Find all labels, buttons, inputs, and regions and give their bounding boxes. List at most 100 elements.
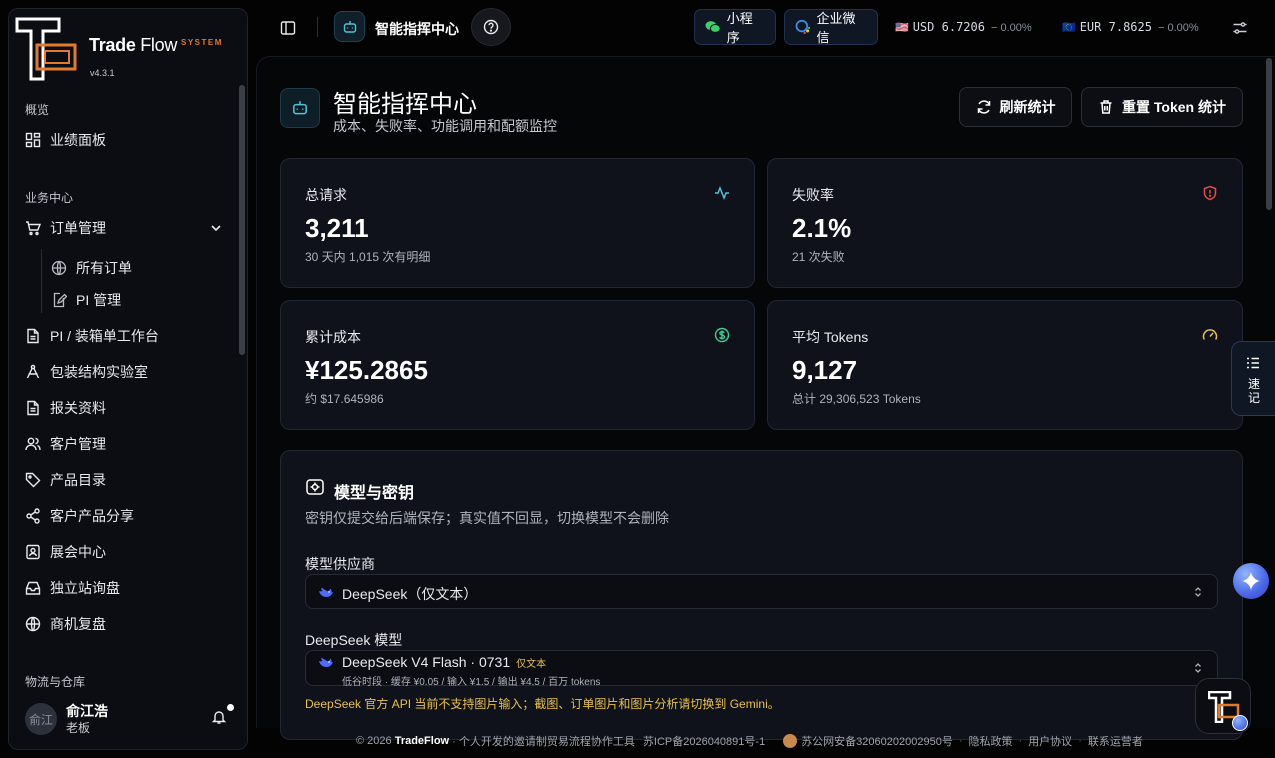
badge-icon bbox=[26, 544, 40, 560]
wecom-label: 企业微信 bbox=[816, 11, 856, 45]
activity-icon bbox=[715, 185, 729, 201]
sidebar-item-orders[interactable]: 订单管理 bbox=[17, 212, 233, 244]
settings-sliders-icon[interactable] bbox=[1232, 20, 1248, 36]
tag-icon bbox=[25, 472, 41, 488]
fx-rate-usd: 🇺🇸 USD 6.7206 − 0.00% bbox=[895, 20, 1032, 34]
sidebar-scrollbar[interactable] bbox=[239, 85, 245, 355]
provider-value: DeepSeek（仅文本） bbox=[342, 586, 478, 602]
footer: © 2026 TradeFlow · 个人开发的邀请制贸易流程协作工具 苏ICP… bbox=[356, 733, 1143, 749]
document-icon bbox=[27, 400, 39, 416]
fx-code: EUR bbox=[1079, 20, 1102, 34]
flag-eu-icon: 🇪🇺 bbox=[1062, 21, 1076, 34]
document-icon bbox=[27, 328, 39, 344]
refresh-stats-button[interactable]: 刷新统计 bbox=[959, 87, 1072, 127]
wechat-icon bbox=[705, 21, 721, 33]
sidebar-item-packaging-lab[interactable]: 包装结构实验室 bbox=[17, 356, 233, 388]
page-subtitle: 成本、失败率、功能调用和配额监控 bbox=[333, 118, 557, 134]
chip-settings-icon bbox=[306, 479, 324, 495]
quicknote-tab[interactable]: 速记 bbox=[1231, 341, 1275, 416]
ai-mini-badge bbox=[1232, 715, 1248, 731]
section-overview: 概览 bbox=[25, 103, 50, 117]
select-arrows-icon bbox=[1195, 587, 1201, 597]
flag-us-icon: 🇺🇸 bbox=[895, 21, 909, 34]
app-launcher-button[interactable] bbox=[1195, 678, 1251, 734]
notification-dot bbox=[227, 704, 234, 711]
wecom-icon bbox=[795, 19, 811, 34]
reset-token-stats-button[interactable]: 重置 Token 统计 bbox=[1081, 87, 1243, 127]
globe-icon bbox=[51, 260, 67, 276]
sidebar-toggle-icon[interactable] bbox=[280, 20, 296, 36]
stat-card-avg-tokens: 平均 Tokens 9,127 总计 29,306,523 Tokens bbox=[767, 300, 1243, 430]
image-input-warning: DeepSeek 官方 API 当前不支持图片输入；截图、订单图片和图片分析请切… bbox=[305, 697, 780, 711]
ai-assistant-button[interactable] bbox=[1233, 563, 1269, 599]
fx-change: − 0.00% bbox=[1157, 22, 1199, 34]
stat-value: 2.1% bbox=[792, 213, 852, 243]
sparkle-icon bbox=[1242, 572, 1260, 590]
brand-system-label: SYSTEM bbox=[181, 38, 223, 47]
stat-value: 9,127 bbox=[792, 355, 858, 385]
sidebar-item-all-orders[interactable]: 所有订单 bbox=[43, 252, 233, 284]
stat-card-failure-rate: 失败率 2.1% 21 次失败 bbox=[767, 158, 1243, 288]
sidebar-item-pi-workbench[interactable]: PI / 装箱单工作台 bbox=[17, 320, 233, 352]
sidebar-item-label: 客户管理 bbox=[50, 436, 106, 452]
fx-change: − 0.00% bbox=[990, 22, 1032, 34]
model-select[interactable]: DeepSeek V4 Flash · 0731 仅文本 低谷时段 · 缓存 ¥0… bbox=[305, 650, 1218, 688]
deepseek-whale-icon bbox=[319, 587, 333, 597]
sidebar-item-label: 独立站询盘 bbox=[50, 580, 120, 596]
refresh-icon bbox=[977, 100, 990, 114]
footer-tagline: · 个人开发的邀请制贸易流程协作工具 bbox=[452, 736, 635, 748]
footer-police-link[interactable]: 苏公网安备32060202002950号 bbox=[801, 733, 953, 749]
sidebar-item-customers[interactable]: 客户管理 bbox=[17, 428, 233, 460]
stat-label: 失败率 bbox=[792, 187, 834, 203]
user-profile[interactable]: 俞江 俞江浩 老板 bbox=[25, 699, 235, 739]
robot-icon bbox=[343, 20, 356, 33]
top-header: 智能指挥中心 小程序 企业微信 🇺🇸 USD 6.7206 − 0.00% 🇪🇺 EU… bbox=[256, 0, 1275, 55]
model-label: DeepSeek 模型 bbox=[305, 632, 403, 648]
wecom-button[interactable]: 企业微信 bbox=[784, 9, 878, 45]
main-scrollbar[interactable] bbox=[1266, 58, 1272, 210]
shield-alert-icon bbox=[1203, 185, 1217, 201]
footer-copyright: © 2026 bbox=[356, 735, 392, 747]
sidebar-item-pi-management[interactable]: PI 管理 bbox=[43, 284, 233, 316]
page-title: 智能指挥中心 bbox=[333, 91, 477, 118]
footer-operator-link[interactable]: 联系运营者 bbox=[1088, 733, 1143, 749]
footer-icp-link[interactable]: 苏ICP备2026040891号-1 bbox=[643, 733, 765, 749]
sidebar-item-product-catalog[interactable]: 产品目录 bbox=[17, 464, 233, 496]
sidebar-item-site-inquiries[interactable]: 独立站询盘 bbox=[17, 572, 233, 604]
sidebar-item-label: 报关资料 bbox=[50, 400, 106, 416]
sidebar-item-label: 展会中心 bbox=[50, 544, 106, 560]
bell-icon[interactable] bbox=[211, 709, 227, 725]
footer-privacy-link[interactable]: 隐私政策 bbox=[969, 733, 1013, 749]
deepseek-whale-icon bbox=[319, 657, 333, 667]
sidebar-item-exhibitions[interactable]: 展会中心 bbox=[17, 536, 233, 568]
chevron-down-icon bbox=[211, 225, 221, 232]
sidebar-item-label: 商机复盘 bbox=[50, 616, 106, 632]
sidebar-item-label: 客户产品分享 bbox=[50, 508, 134, 524]
sidebar-item-label: 订单管理 bbox=[50, 220, 106, 236]
section-logistics: 物流与仓库 bbox=[25, 675, 86, 689]
help-button[interactable] bbox=[471, 8, 511, 46]
sidebar-item-customs-docs[interactable]: 报关资料 bbox=[17, 392, 233, 424]
quicknote-label: 速记 bbox=[1247, 377, 1260, 405]
provider-label: 模型供应商 bbox=[305, 556, 375, 572]
footer-terms-link[interactable]: 用户协议 bbox=[1028, 733, 1072, 749]
provider-select[interactable]: DeepSeek（仅文本） bbox=[305, 574, 1218, 609]
gauge-icon bbox=[1202, 329, 1218, 340]
brand-logo[interactable]: Trade Flow SYSTEM v4.3.1 bbox=[15, 17, 245, 81]
sidebar-item-product-share[interactable]: 客户产品分享 bbox=[17, 500, 233, 532]
sidebar-item-label: 产品目录 bbox=[50, 472, 106, 488]
header-divider bbox=[317, 17, 318, 37]
sidebar-item-dashboard[interactable]: 业绩面板 bbox=[17, 124, 233, 156]
sidebar-item-label: 包装结构实验室 bbox=[50, 364, 148, 380]
avatar: 俞江 bbox=[25, 703, 57, 735]
sidebar-item-opportunity-review[interactable]: 商机复盘 bbox=[17, 608, 233, 640]
fx-code: USD bbox=[912, 20, 935, 34]
model-value: DeepSeek V4 Flash · 0731 bbox=[342, 654, 511, 670]
miniapp-button[interactable]: 小程序 bbox=[694, 9, 776, 45]
app-version: v4.3.1 bbox=[90, 68, 115, 78]
user-role: 老板 bbox=[66, 721, 91, 735]
stat-note: 30 天内 1,015 次有明细 bbox=[305, 250, 431, 264]
cart-icon bbox=[26, 221, 41, 236]
section-business: 业务中心 bbox=[25, 191, 74, 205]
police-badge-icon bbox=[783, 734, 798, 748]
